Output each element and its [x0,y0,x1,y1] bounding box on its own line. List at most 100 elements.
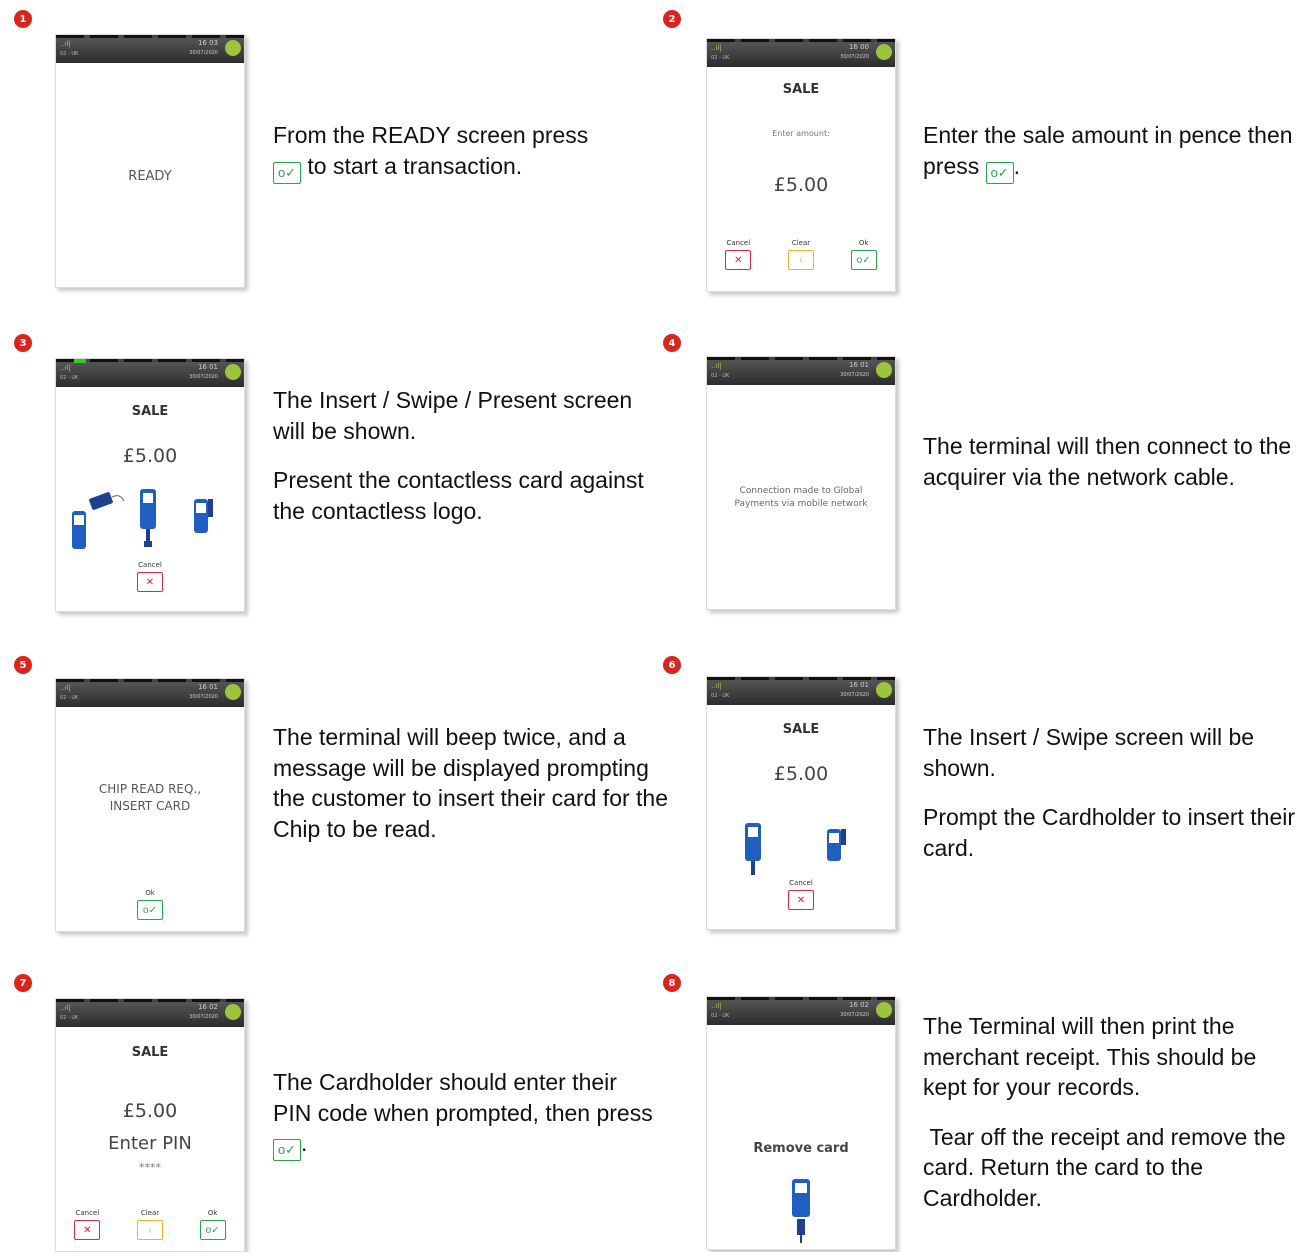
terminal-screen-connection: ..ıl| 02 - UK 16 01 30/07/2020 Connection… [706,356,896,610]
card-entry-icons [72,489,213,549]
step-description: The Cardholder should enter their PIN co… [273,1067,653,1162]
terminal-screen-remove-card: ..ıl| 02 - UK 16 02 30/07/2020 Remove car… [706,996,896,1250]
keypad-row: Cancel ✕ Clear ‹ Ok o✓ [56,1209,244,1240]
cancel-icon: ✕ [788,890,814,910]
step-number-badge: 4 [663,334,681,352]
status-bar: ..ıl| 02 - UK 16 00 30/07/2020 [707,39,895,67]
battery-icon [225,40,241,56]
battery-icon [225,1004,241,1020]
clock: 16 02 30/07/2020 [189,1003,218,1020]
step-number-badge: 8 [663,974,681,992]
step-description: From the READY screen press o✓ to start a… [273,120,653,184]
battery-icon [876,362,892,378]
cancel-icon: ✕ [725,250,752,270]
signal-icon: ..ıl| [60,1004,71,1012]
chip-insert-icon [140,489,156,547]
signal-icon: ..ıl| [60,684,71,692]
terminal-screen-chip-read: ..ıl| 02 - UK 16 01 30/07/2020 CHIP READ … [55,678,245,932]
amount-prompt: Enter amount: [772,129,830,138]
terminal-screen-insert-swipe: ..ıl| 02 - UK 16 01 30/07/2020 SALE £5.00… [706,676,896,930]
signal-icon: ..ıl| [60,40,71,48]
terminal-screen-ready: ..ıl| 02 - UK 16 03 30/07/2020 READY [55,34,245,288]
signal-icon: ..ıl| [60,364,71,372]
amount-display: £5.00 [122,1100,178,1122]
remove-card-icon [792,1179,810,1243]
step-description: The Insert / Swipe screen will be shown.… [923,724,1296,861]
network-label: 02 - UK [60,51,79,57]
step-number-badge: 2 [663,10,681,28]
signal-icon: ..ıl| [711,1002,722,1010]
network-label: 02 - UK [711,373,730,379]
clear-key: Clear ‹ [136,1209,163,1240]
ok-key: Ok o✓ [850,239,877,270]
battery-icon [225,364,241,380]
pin-prompt: Enter PIN [108,1133,192,1154]
clock: 16 01 30/07/2020 [840,361,869,378]
network-label: 02 - UK [711,1013,730,1019]
status-bar: ..ıl| 02 - UK 16 01 30/07/2020 [707,677,895,705]
swipe-icon [194,499,213,533]
step-number-badge: 7 [14,974,32,992]
step-description: The terminal will beep twice, and a mess… [273,724,669,842]
signal-icon: ..ıl| [711,682,722,690]
ready-label: READY [128,169,172,184]
amount-display: £5.00 [122,445,178,467]
clear-icon: ‹ [136,1220,163,1240]
chip-read-message: CHIP READ REQ., INSERT CARD [98,782,202,813]
cancel-icon: ✕ [74,1220,101,1240]
keypad-row: Cancel ✕ [707,879,895,910]
ok-key-icon: o✓ [985,161,1014,184]
screen-title: SALE [782,722,820,737]
connection-message: Connection made to Global Payments via m… [734,486,868,509]
screen-title: SALE [782,82,820,97]
step-number-badge: 1 [14,10,32,28]
keypad-row: Cancel ✕ [56,561,244,592]
keypad-row: Ok o✓ [56,889,244,920]
ok-key: Ok o✓ [137,889,163,920]
swipe-icon [827,829,846,861]
cancel-key: Cancel ✕ [725,239,752,270]
amount-display: £5.00 [773,174,829,196]
battery-icon [876,44,892,60]
clear-icon: ‹ [787,250,814,270]
status-bar: ..ıl| 02 - UK 16 03 30/07/2020 [56,35,244,63]
step-number-badge: 6 [663,656,681,674]
amount-display: £5.00 [773,763,829,785]
status-bar: ..ıl| 02 - UK 16 02 30/07/2020 [56,999,244,1027]
cancel-key: Cancel ✕ [788,879,814,910]
remove-card-message: Remove card [753,1141,849,1156]
pin-mask: **** [139,1161,161,1174]
ok-key: Ok o✓ [199,1209,226,1240]
terminal-screen-enter-pin: ..ıl| 02 - UK 16 02 30/07/2020 SALE £5.00… [55,998,245,1252]
clock: 16 01 30/07/2020 [189,683,218,700]
chip-insert-icon [745,823,761,875]
status-bar: ..ıl| 02 - UK 16 02 30/07/2020 [707,997,895,1025]
contactless-indicator [74,359,86,363]
battery-icon [876,1002,892,1018]
step-description: The Insert / Swipe / Present screen will… [273,387,644,524]
network-label: 02 - UK [60,375,79,381]
step-description: The terminal will then connect to the ac… [923,433,1292,490]
signal-icon: ..ıl| [711,362,722,370]
battery-icon [225,684,241,700]
screen-title: SALE [131,404,169,419]
step-number-badge: 3 [14,334,32,352]
cancel-key: Cancel ✕ [137,561,163,592]
ok-icon: o✓ [137,900,163,920]
cancel-icon: ✕ [137,572,163,592]
status-bar: ..ıl| 02 - UK 16 01 30/07/2020 [56,679,244,707]
status-bar: ..ıl| 02 - UK 16 01 30/07/2020 [56,359,244,387]
network-label: 02 - UK [711,693,730,699]
ok-key-icon: o✓ [273,161,301,184]
screen-title: SALE [131,1045,169,1060]
network-label: 02 - UK [60,1015,79,1021]
network-label: 02 - UK [711,55,730,61]
step-description: The Terminal will then print the merchan… [923,1013,1293,1211]
ok-icon: o✓ [199,1220,226,1240]
ok-key-icon: o✓ [273,1139,301,1162]
contactless-tap-icon [72,492,125,549]
keypad-row: Cancel ✕ Clear ‹ Ok o✓ [707,239,895,270]
network-label: 02 - UK [60,695,79,701]
signal-icon: ..ıl| [711,44,722,52]
battery-icon [876,682,892,698]
